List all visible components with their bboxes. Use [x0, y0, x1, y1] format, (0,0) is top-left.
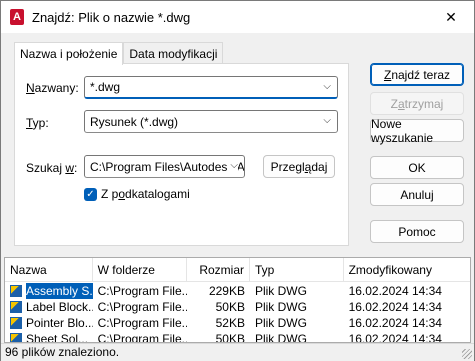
help-button[interactable]: Pomoc [370, 220, 464, 243]
file-name: Assembly S... [26, 283, 93, 299]
chevron-down-icon: ⌵ [323, 81, 331, 92]
close-icon: ✕ [445, 8, 457, 25]
status-bar: 96 plików znaleziono. [1, 343, 474, 361]
cell-name: Sheet Sol... [5, 331, 93, 343]
results-header: Nazwa W folderze Rozmiar Typ Zmodyfikowa… [5, 258, 470, 282]
find-now-button[interactable]: Znajdź teraz [370, 63, 464, 86]
close-button[interactable]: ✕ [428, 1, 474, 33]
find-dialog: A Znajdź: Plik o nazwie *.dwg ✕ Nazwa i … [0, 0, 475, 361]
new-search-button[interactable]: Nowe wyszukanie [370, 117, 464, 145]
subfolders-checkbox[interactable]: ✓ [84, 188, 97, 201]
type-label: Typ: [26, 116, 49, 130]
chevron-down-icon: ⌵ [228, 160, 238, 171]
type-value: Rysunek (*.dwg) [90, 114, 179, 129]
look-in-label: Szukaj w: [26, 161, 78, 175]
dwg-file-icon [10, 317, 22, 329]
cell-name: Pointer Blo... [5, 315, 93, 331]
resize-grip-icon[interactable] [462, 349, 472, 359]
column-header-type[interactable]: Typ [250, 258, 344, 282]
file-name: Pointer Blo... [26, 316, 93, 330]
cell-modified: 16.02.2024 14:34 [348, 332, 442, 343]
table-row[interactable]: Label Block... C:\Program File... 50KB P… [5, 299, 470, 315]
tab-strip: Nazwa i położenie Data modyfikacji [14, 42, 224, 65]
cell-modified: 16.02.2024 14:34 [348, 316, 442, 330]
browse-button[interactable]: Przegl ą daj [263, 155, 335, 178]
cell-modified: 16.02.2024 14:34 [348, 300, 442, 314]
name-label: Nazwany: [26, 81, 79, 95]
cell-folder: C:\Program File... [97, 284, 188, 298]
table-row[interactable]: Pointer Blo... C:\Program File... 52KB P… [5, 315, 470, 331]
look-in-combobox[interactable]: C:\Program Files\Autodesk\A ⌵ [84, 155, 245, 178]
name-value: *.dwg [90, 80, 121, 94]
cell-folder: C:\Program File... [97, 300, 188, 314]
tab-date-modified[interactable]: Data modyfikacji [123, 42, 224, 64]
column-header-size[interactable]: Rozmiar [187, 258, 250, 282]
column-header-modified[interactable]: Zmodyfikowany [344, 258, 470, 282]
cell-name: Label Block... [5, 299, 93, 315]
table-row[interactable]: Sheet Sol... C:\Program File... 50KB Pli… [5, 331, 470, 343]
tab-panel: Nazwany: *.dwg ⌵ Typ: Rysunek (*.dwg) ⌵ … [14, 63, 349, 246]
name-combobox[interactable]: *.dwg ⌵ [84, 76, 338, 99]
file-name: Label Block... [26, 300, 93, 314]
stop-button[interactable]: Za trzymaj [370, 92, 464, 115]
tab-name-location[interactable]: Nazwa i położenie [14, 42, 124, 65]
cell-folder: C:\Program File... [97, 316, 188, 330]
status-text: 96 plików znaleziono. [5, 345, 120, 359]
cell-size: 229KB [208, 284, 245, 298]
cell-name: Assembly S... [5, 283, 93, 299]
cancel-button[interactable]: Anuluj [370, 183, 464, 206]
results-list[interactable]: Nazwa W folderze Rozmiar Typ Zmodyfikowa… [4, 257, 471, 343]
look-in-value: C:\Program Files\Autodesk\A [90, 159, 245, 174]
autocad-app-icon: A [10, 9, 24, 25]
dwg-file-icon [10, 301, 22, 313]
file-name: Sheet Sol... [26, 332, 89, 343]
type-combobox[interactable]: Rysunek (*.dwg) ⌵ [84, 110, 338, 133]
cell-type: Plik DWG [254, 284, 307, 298]
chevron-down-icon: ⌵ [323, 115, 331, 126]
cell-type: Plik DWG [254, 300, 307, 314]
cell-type: Plik DWG [254, 316, 307, 330]
cell-folder: C:\Program File... [97, 332, 188, 343]
table-row[interactable]: Assembly S... C:\Program File... 229KB P… [5, 283, 470, 299]
cell-size: 50KB [215, 300, 245, 314]
ok-button[interactable]: OK [370, 156, 464, 179]
cell-type: Plik DWG [254, 332, 307, 343]
dwg-file-icon [10, 333, 22, 342]
dwg-file-icon [10, 285, 22, 297]
cell-size: 52KB [215, 316, 245, 330]
cell-size: 50KB [215, 332, 245, 343]
subfolders-label: Z podkatalogami [101, 187, 190, 201]
title-bar[interactable]: A Znajdź: Plik o nazwie *.dwg ✕ [1, 1, 474, 33]
checkmark-icon: ✓ [86, 189, 95, 200]
cell-modified: 16.02.2024 14:34 [348, 284, 442, 298]
column-header-folder[interactable]: W folderze [93, 258, 188, 282]
column-header-name[interactable]: Nazwa [5, 258, 93, 282]
window-title: Znajdź: Plik o nazwie *.dwg [32, 9, 191, 25]
